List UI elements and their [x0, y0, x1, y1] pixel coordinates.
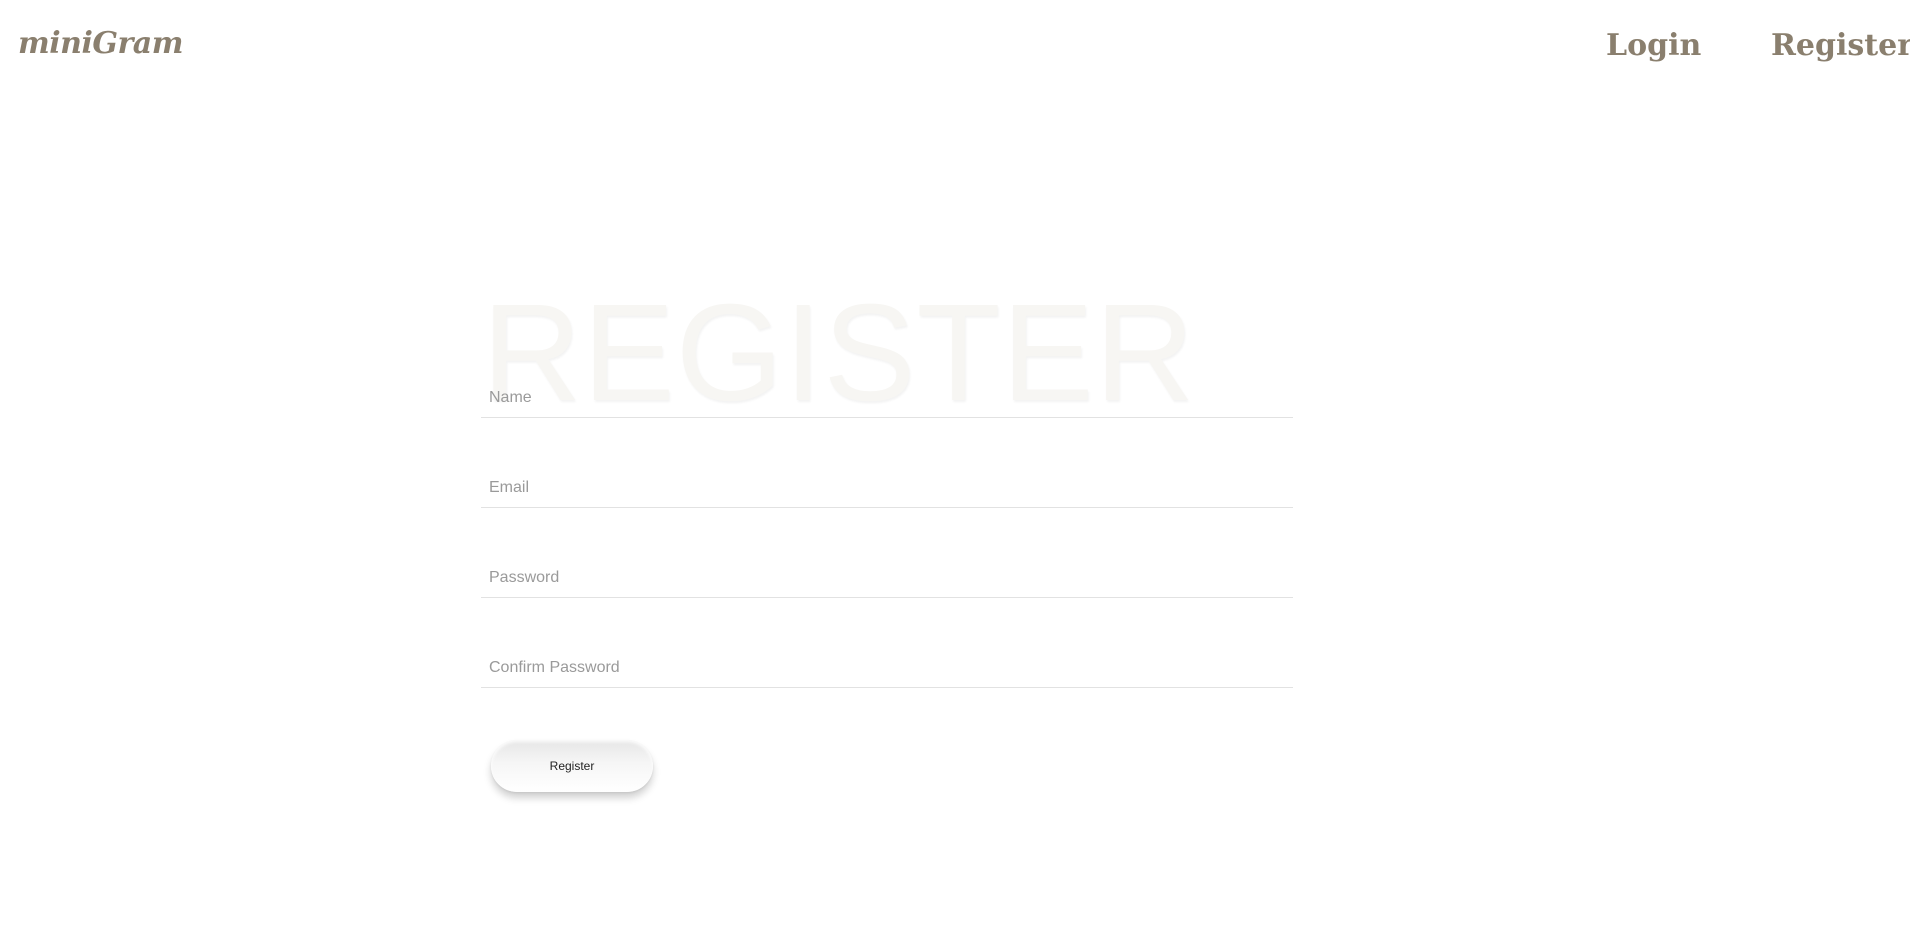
nav-login-link[interactable]: Login: [1606, 28, 1701, 63]
register-button[interactable]: Register: [491, 740, 653, 792]
logo[interactable]: miniGram: [18, 26, 183, 61]
email-input[interactable]: [481, 471, 1293, 505]
email-field-wrapper: [481, 471, 1293, 508]
nav-register-link[interactable]: Register: [1771, 28, 1910, 63]
password-input[interactable]: [481, 561, 1293, 595]
navbar: miniGram Login Register: [0, 0, 1910, 96]
password-field-wrapper: [481, 561, 1293, 598]
confirm-password-field-wrapper: [481, 651, 1293, 688]
name-input[interactable]: [481, 381, 1293, 415]
name-field-wrapper: [481, 381, 1293, 418]
confirm-password-input[interactable]: [481, 651, 1293, 685]
